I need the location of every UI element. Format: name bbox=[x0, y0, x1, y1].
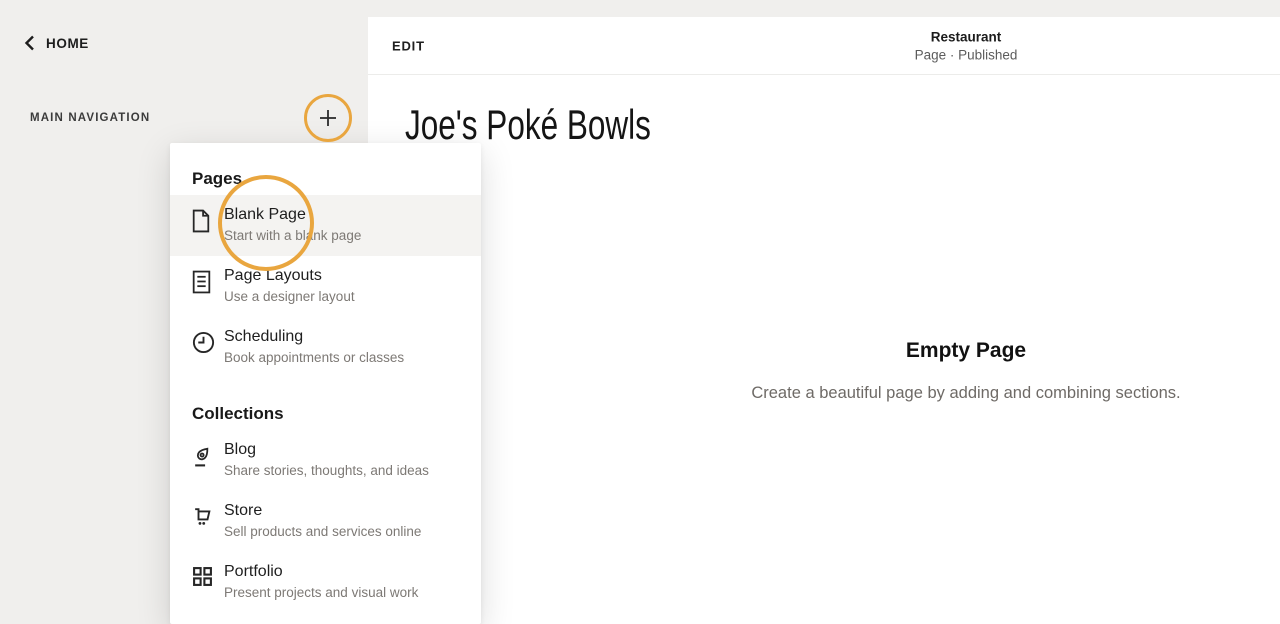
edit-mode-label: EDIT bbox=[392, 38, 425, 53]
menu-item-subtitle: Book appointments or classes bbox=[224, 350, 404, 365]
portfolio-icon bbox=[192, 563, 224, 587]
page-layouts-icon bbox=[192, 267, 224, 294]
menu-item-subtitle: Use a designer layout bbox=[224, 289, 355, 304]
blog-icon bbox=[192, 441, 224, 468]
plus-icon bbox=[317, 107, 339, 129]
page-title: Restaurant bbox=[915, 29, 1018, 44]
editor-header: EDIT Restaurant Page · Published bbox=[368, 17, 1280, 75]
editor-panel: EDIT Restaurant Page · Published Joe's P… bbox=[368, 17, 1280, 624]
menu-section-collections: Collections bbox=[192, 404, 481, 424]
empty-page-placeholder: Empty Page Create a beautiful page by ad… bbox=[646, 339, 1280, 403]
add-page-menu: Pages Blank Page Start with a blank page… bbox=[170, 143, 481, 624]
menu-item-title: Blank Page bbox=[224, 206, 361, 224]
blank-page-icon bbox=[192, 206, 224, 233]
menu-item-subtitle: Start with a blank page bbox=[224, 228, 361, 243]
menu-item-portfolio[interactable]: Portfolio Present projects and visual wo… bbox=[170, 552, 481, 613]
menu-item-page-layouts[interactable]: Page Layouts Use a designer layout bbox=[170, 256, 481, 317]
page-status: Page · Published bbox=[915, 47, 1018, 62]
menu-item-title: Scheduling bbox=[224, 328, 404, 346]
menu-item-scheduling[interactable]: Scheduling Book appointments or classes bbox=[170, 317, 481, 378]
store-icon bbox=[192, 502, 224, 528]
site-title[interactable]: Joe's Poké Bowls bbox=[405, 101, 651, 149]
empty-page-title: Empty Page bbox=[646, 339, 1280, 363]
scheduling-icon bbox=[192, 328, 224, 354]
menu-item-subtitle: Share stories, thoughts, and ideas bbox=[224, 463, 429, 478]
chevron-left-icon bbox=[24, 35, 36, 51]
add-page-button[interactable] bbox=[308, 98, 348, 138]
menu-item-title: Store bbox=[224, 502, 421, 520]
menu-section-pages: Pages bbox=[192, 169, 481, 189]
main-navigation-label: MAIN NAVIGATION bbox=[30, 112, 150, 124]
menu-item-title: Portfolio bbox=[224, 563, 418, 581]
menu-item-subtitle: Present projects and visual work bbox=[224, 585, 418, 600]
page-info: Restaurant Page · Published bbox=[915, 29, 1018, 62]
home-back-button[interactable]: HOME bbox=[24, 35, 89, 51]
menu-item-title: Page Layouts bbox=[224, 267, 355, 285]
menu-item-title: Blog bbox=[224, 441, 429, 459]
menu-item-blog[interactable]: Blog Share stories, thoughts, and ideas bbox=[170, 430, 481, 491]
home-label: HOME bbox=[46, 36, 89, 51]
menu-item-store[interactable]: Store Sell products and services online bbox=[170, 491, 481, 552]
empty-page-subtitle: Create a beautiful page by adding and co… bbox=[646, 384, 1280, 403]
menu-item-blank-page[interactable]: Blank Page Start with a blank page bbox=[170, 195, 481, 256]
menu-item-subtitle: Sell products and services online bbox=[224, 524, 421, 539]
